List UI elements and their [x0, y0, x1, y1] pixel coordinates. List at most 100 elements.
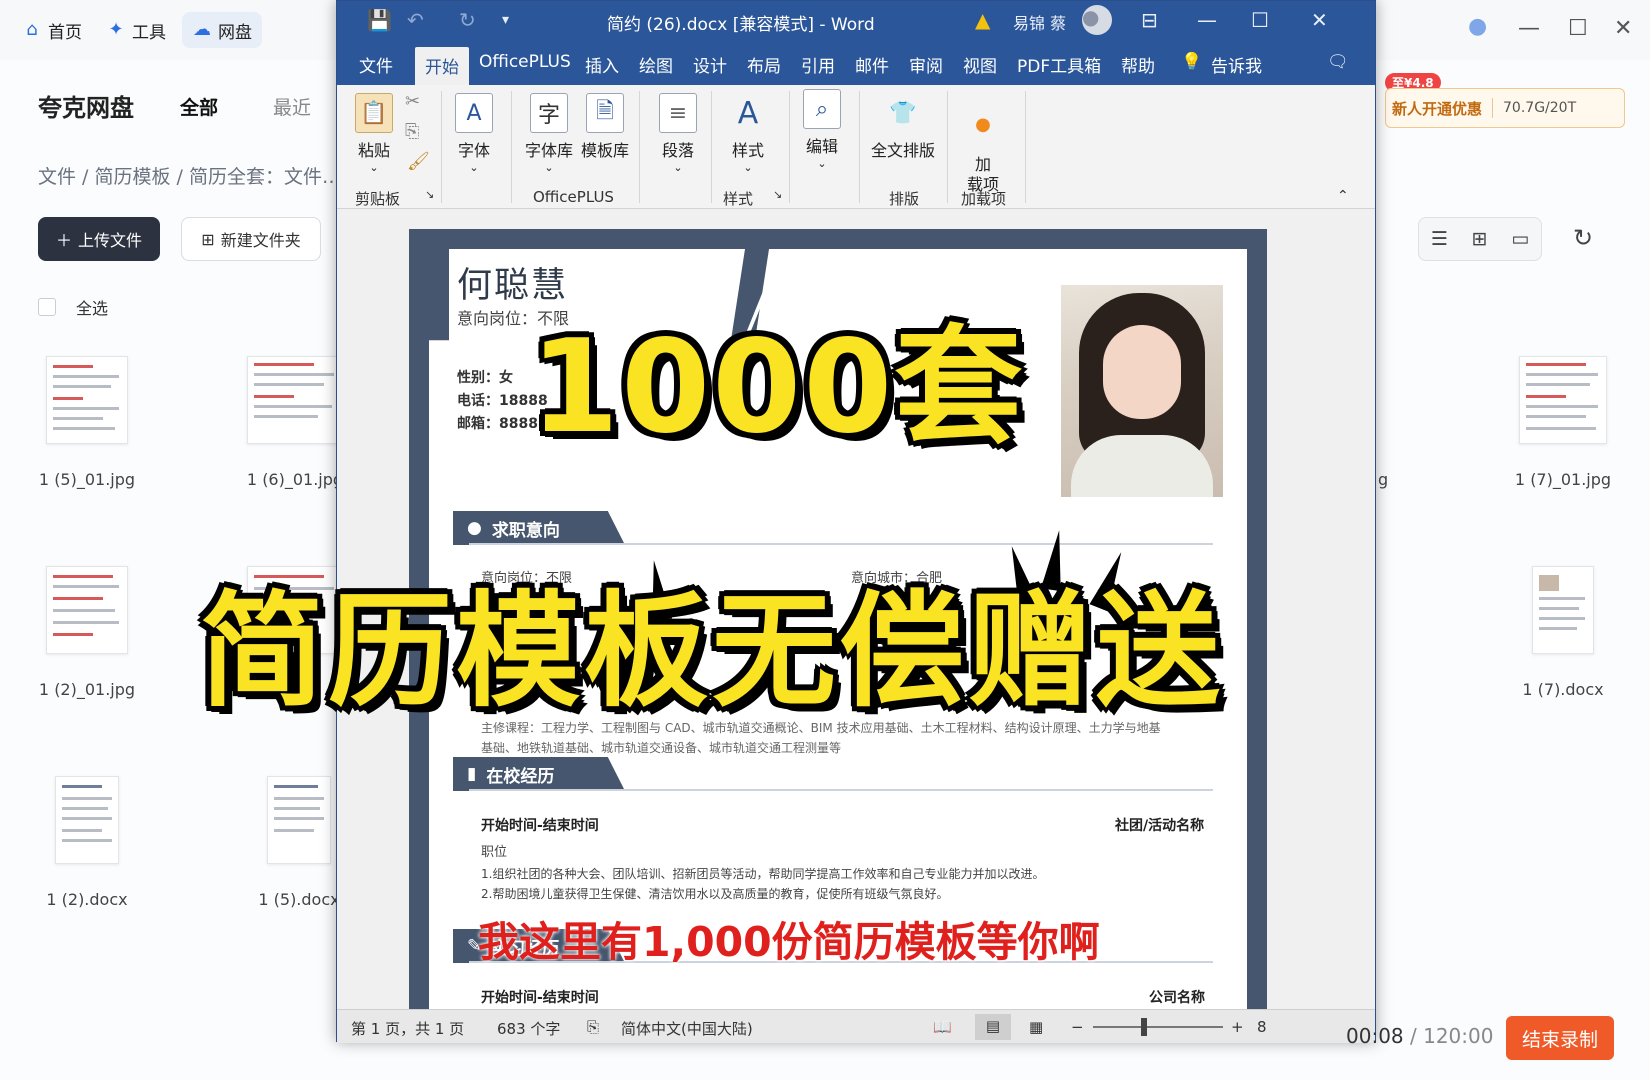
copy-icon[interactable]: ⎘ — [405, 121, 419, 142]
storage-quota: 70.7G/20T — [1503, 100, 1577, 116]
minimize-icon[interactable]: — — [1518, 16, 1540, 41]
promo-bar[interactable]: 新人开通优惠 70.7G/20T — [1385, 88, 1625, 128]
campus-role: 职位 — [481, 845, 508, 860]
font-library-button[interactable]: 字 字体库 ⌄ — [525, 93, 573, 174]
cut-icon[interactable]: ✂ — [405, 91, 420, 112]
ribbon-display-icon[interactable]: ⊟ — [1141, 8, 1158, 32]
format-painter-icon[interactable]: 🖌 — [407, 151, 430, 172]
paragraph-icon: ≡ — [659, 93, 697, 133]
ribbon-home: 📋 粘贴 ⌄ ✂ ⎘ 🖌 剪贴板 ↘ A 字体 ⌄ 字 字体库 ⌄ 🗎 模板库 Off… — [337, 85, 1375, 209]
tab-recent[interactable]: 最近 — [273, 93, 311, 120]
close-icon[interactable]: ✕ — [1311, 8, 1328, 32]
tab-review[interactable]: 审阅 — [909, 52, 943, 77]
preview-view-icon[interactable]: ▭ — [1511, 228, 1529, 250]
styles-icon: A — [737, 95, 759, 131]
grid-view-icon[interactable]: ⊞ — [1472, 228, 1488, 250]
collapse-ribbon-icon[interactable]: ⌃ — [1337, 188, 1349, 204]
tab-references[interactable]: 引用 — [801, 52, 835, 77]
page-count[interactable]: 第 1 页，共 1 页 — [351, 1018, 464, 1039]
tell-me-search[interactable]: 告诉我 — [1211, 52, 1262, 77]
new-folder-button[interactable]: ⊞ 新建文件夹 — [181, 217, 321, 261]
paste-button[interactable]: 📋 粘贴 ⌄ — [355, 93, 393, 174]
word-count[interactable]: 683 个字 — [497, 1018, 560, 1039]
tab-layout[interactable]: 布局 — [747, 52, 781, 77]
cloud-icon: ☁ — [193, 19, 211, 40]
comments-icon[interactable]: 🗨 — [1327, 52, 1349, 72]
template-library-icon: 🗎 — [586, 93, 624, 133]
lightbulb-icon: 💡 — [1181, 52, 1203, 72]
tab-all[interactable]: 全部 — [180, 93, 218, 120]
section-campus: ▮ 在校经历 — [453, 757, 625, 791]
group-officeplus: OfficePLUS — [533, 188, 614, 206]
web-layout-icon[interactable]: ▦ — [1029, 1018, 1043, 1036]
tab-home[interactable]: 开始 — [415, 47, 469, 85]
campus-item-1: 1.组织社团的各种大会、团队培训、招新团员等活动，帮助同学提高工作效率和自己专业… — [481, 867, 1045, 881]
print-layout-icon[interactable]: ▤ — [975, 1014, 1011, 1040]
language[interactable]: 简体中文(中国大陆) — [621, 1018, 753, 1039]
nav-tools[interactable]: ✦ 工具 — [96, 12, 176, 48]
dialog-launcher-icon[interactable]: ↘ — [425, 188, 434, 201]
refresh-icon[interactable]: ↻ — [1573, 224, 1593, 252]
tab-draw[interactable]: 绘图 — [639, 52, 673, 77]
select-all-checkbox[interactable] — [38, 298, 56, 316]
read-mode-icon[interactable]: 📖 — [933, 1018, 952, 1036]
full-layout-button[interactable]: 👕 全文排版 — [871, 93, 935, 161]
account-icon[interactable]: ● — [1468, 14, 1487, 39]
company-name: 公司名称 — [1149, 990, 1205, 1006]
tab-help[interactable]: 帮助 — [1121, 52, 1155, 77]
styles-button[interactable]: A 样式 ⌄ — [729, 93, 767, 175]
stop-recording-button[interactable]: 结束录制 — [1506, 1016, 1614, 1060]
file-item[interactable]: 1 (5)_01.jpg — [22, 356, 152, 489]
list-view-icon[interactable]: ☰ — [1431, 228, 1448, 250]
maximize-icon[interactable]: ☐ — [1568, 16, 1588, 41]
zoom-slider[interactable] — [1093, 1026, 1223, 1028]
proofing-icon[interactable]: ⎘ — [587, 1018, 599, 1036]
brand-title: 夸克网盘 — [38, 94, 134, 122]
font-button[interactable]: A 字体 ⌄ — [455, 93, 493, 174]
zoom-slider-thumb[interactable] — [1141, 1018, 1147, 1036]
template-library-button[interactable]: 🗎 模板库 — [581, 93, 629, 161]
breadcrumb[interactable]: 文件 / 简历模板 / 简历全套：文件… — [38, 162, 341, 189]
tab-officeplus[interactable]: OfficePLUS — [479, 52, 571, 72]
file-name: 1 (7)_01.jpg — [1514, 470, 1612, 489]
save-icon[interactable]: 💾 — [367, 8, 392, 32]
minimize-icon[interactable]: — — [1197, 8, 1217, 32]
word-status-bar: 第 1 页，共 1 页 683 个字 ⎘ 简体中文(中国大陆) 📖 ▤ ▦ − … — [337, 1009, 1375, 1043]
undo-icon[interactable]: ↶ — [407, 8, 424, 32]
user-avatar-icon[interactable]: ● — [1082, 5, 1112, 35]
view-switcher[interactable]: ☰ ⊞ ▭ — [1418, 217, 1542, 261]
user-name[interactable]: 易锦 蔡 — [1013, 10, 1066, 34]
tab-design[interactable]: 设计 — [693, 52, 727, 77]
file-item[interactable]: 1 (7).docx — [1498, 566, 1628, 699]
file-thumbnail — [46, 566, 128, 654]
close-icon[interactable]: ✕ — [1614, 16, 1632, 41]
tab-view[interactable]: 视图 — [963, 52, 997, 77]
select-all[interactable]: 全选 — [38, 295, 108, 319]
font-icon: A — [455, 93, 493, 133]
paragraph-button[interactable]: ≡ 段落 ⌄ — [659, 93, 697, 174]
file-item[interactable]: 1 (2).docx — [22, 776, 152, 909]
maximize-icon[interactable]: ☐ — [1251, 8, 1269, 32]
nav-home[interactable]: ⌂ 首页 — [12, 12, 92, 48]
zoom-in-icon[interactable]: + — [1231, 1018, 1244, 1036]
file-item[interactable]: 1 (2)_01.jpg — [22, 566, 152, 699]
word-window: 💾 ↶ ↻ ▾ 简约 (26).docx [兼容模式] - Word ▲ 易锦 … — [336, 0, 1376, 1043]
tab-pdf-tools[interactable]: PDF工具箱 — [1017, 52, 1101, 77]
zoom-out-icon[interactable]: − — [1071, 1018, 1084, 1036]
zoom-level[interactable]: 8 — [1257, 1018, 1267, 1036]
overlay-headline-gift: 简历模板无偿赠送 — [200, 580, 1225, 724]
tab-file[interactable]: 文件 — [359, 52, 393, 77]
sparkle-icon: ✦ — [108, 19, 124, 40]
resume-name: 何聪慧 — [457, 266, 569, 306]
font-library-icon: 字 — [530, 93, 568, 133]
edit-button[interactable]: ⌕ 编辑 ⌄ — [803, 89, 841, 170]
styles-launcher-icon[interactable]: ↘ — [773, 188, 782, 201]
club-name: 社团/活动名称 — [1115, 818, 1205, 834]
file-item[interactable]: 1 (7)_01.jpg — [1498, 356, 1628, 489]
customize-qat-icon[interactable]: ▾ — [502, 12, 509, 28]
upload-button[interactable]: ＋上传文件 — [38, 217, 160, 261]
nav-drive[interactable]: ☁ 网盘 — [182, 12, 262, 48]
tab-mailings[interactable]: 邮件 — [855, 52, 889, 77]
redo-icon[interactable]: ↻ — [459, 8, 476, 32]
tab-insert[interactable]: 插入 — [585, 52, 619, 77]
